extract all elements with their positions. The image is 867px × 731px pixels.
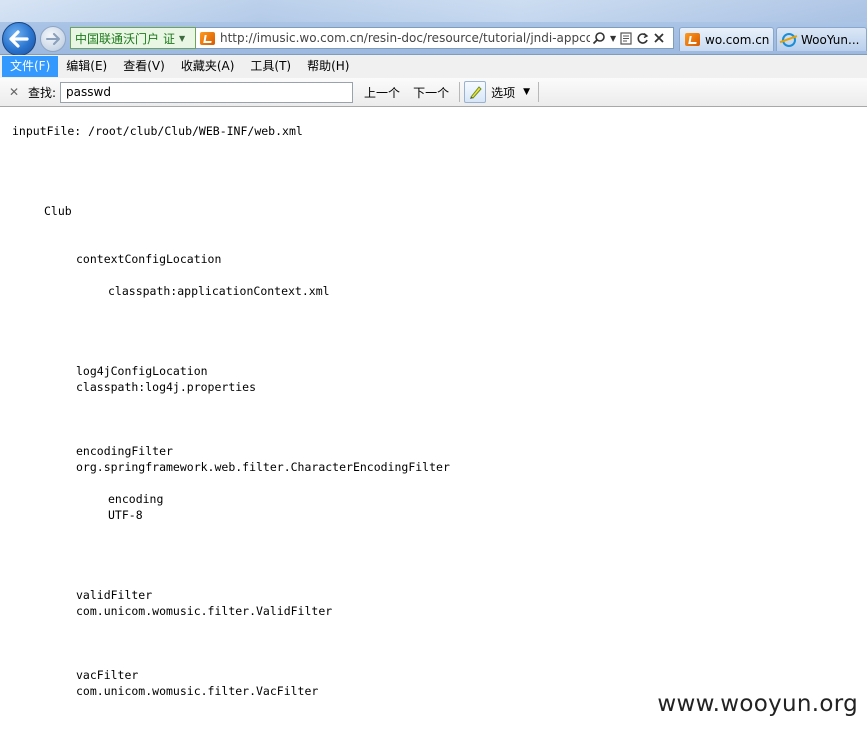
xml-text-line: log4jConfigLocation <box>76 364 208 378</box>
tab-wo-com-cn[interactable]: wo.com.cn <box>679 27 774 51</box>
xml-text-line: UTF-8 <box>108 508 143 522</box>
title-bar-background <box>0 0 867 22</box>
find-input[interactable] <box>60 81 354 103</box>
xml-text-line: classpath:log4j.properties <box>76 380 257 394</box>
stop-icon[interactable] <box>653 32 665 44</box>
compatibility-view-icon[interactable] <box>620 31 632 45</box>
input-file-line: inputFile: /root/club/Club/WEB-INF/web.x… <box>12 124 303 138</box>
menu-favorites[interactable]: 收藏夹(A) <box>173 56 243 77</box>
highlighter-pen-icon <box>470 86 482 99</box>
toolbar-divider <box>459 82 461 102</box>
close-icon[interactable]: ✕ <box>9 85 21 99</box>
refresh-icon[interactable] <box>636 32 649 45</box>
site-identity-button[interactable]: 中国联通沃门户 证 ▼ <box>70 27 196 49</box>
certificate-badge: 证 <box>163 31 176 46</box>
watermark: www.wooyun.org <box>657 691 858 717</box>
page-content: inputFile: /root/club/Club/WEB-INF/web.x… <box>0 107 867 731</box>
chevron-down-icon: ▼ <box>179 33 186 43</box>
address-bar[interactable]: http://imusic.wo.com.cn/resin-doc/resour… <box>196 27 674 49</box>
arrow-left-icon <box>9 30 29 48</box>
arrow-right-icon <box>46 33 60 45</box>
xml-text-line: contextConfigLocation <box>76 252 222 266</box>
xml-text-line: validFilter <box>76 588 153 602</box>
menu-help[interactable]: 帮助(H) <box>299 56 357 77</box>
xml-text-line: com.unicom.womusic.filter.ValidFilter <box>76 604 333 618</box>
menu-edit[interactable]: 编辑(E) <box>58 56 115 77</box>
url-input[interactable]: http://imusic.wo.com.cn/resin-doc/resour… <box>220 31 590 45</box>
xml-text-line: classpath:applicationContext.xml <box>108 284 330 298</box>
wo-favicon-icon <box>685 33 700 46</box>
options-label: 选项 <box>491 85 516 100</box>
menu-view[interactable]: 查看(V) <box>115 56 173 77</box>
browser-chrome: 中国联通沃门户 证 ▼ http://imusic.wo.com.cn/resi… <box>0 0 867 56</box>
xml-text-line: org.springframework.web.filter.Character… <box>76 460 450 474</box>
back-button[interactable] <box>2 22 36 56</box>
find-bar: ✕ 查找: 上一个 下一个 选项 ▼ <box>0 78 867 107</box>
site-favicon-icon <box>200 31 215 45</box>
find-options-button[interactable]: 选项 ▼ <box>491 84 530 101</box>
find-previous-button[interactable]: 上一个 <box>362 82 402 103</box>
ie-favicon-icon <box>782 32 796 47</box>
tab-label: wo.com.cn <box>705 32 770 47</box>
toolbar-divider <box>538 82 540 102</box>
menu-file[interactable]: 文件(F) <box>2 56 59 77</box>
menu-tools[interactable]: 工具(T) <box>242 56 299 77</box>
xml-text-line: Club <box>44 204 72 218</box>
site-identity-label: 中国联通沃门户 <box>75 31 160 46</box>
find-label: 查找: <box>28 85 57 100</box>
menu-bar: 文件(F) 编辑(E) 查看(V) 收藏夹(A) 工具(T) 帮助(H) <box>0 55 867 79</box>
dropdown-arrow-icon[interactable]: ▼ <box>610 34 616 43</box>
highlight-matches-button[interactable] <box>464 81 487 103</box>
xml-text-line: vacFilter <box>76 668 139 682</box>
caret-down-icon: ▼ <box>523 87 531 97</box>
tab-label: WooYun... <box>801 32 860 47</box>
xml-text-line: com.unicom.womusic.filter.VacFilter <box>76 684 319 698</box>
find-next-button[interactable]: 下一个 <box>411 82 451 103</box>
forward-button[interactable] <box>40 26 66 52</box>
xml-text-line: encodingFilter <box>76 444 173 458</box>
search-icon[interactable] <box>592 31 606 45</box>
tab-wooyun[interactable]: WooYun... <box>776 27 867 51</box>
xml-text-line: encoding <box>108 492 164 506</box>
